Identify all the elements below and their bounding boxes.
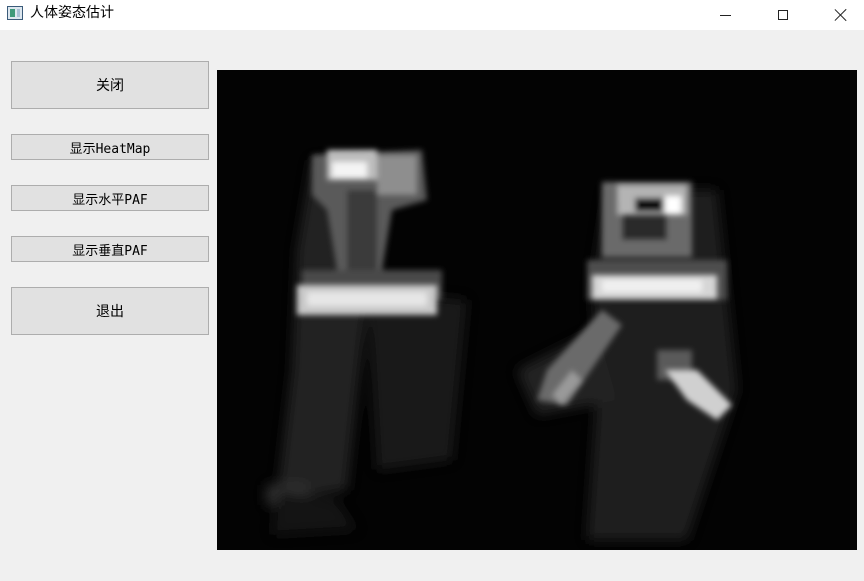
close-window-button[interactable] xyxy=(812,0,864,30)
window-title: 人体姿态估计 xyxy=(30,5,114,21)
minimize-icon xyxy=(719,14,731,16)
exit-button[interactable]: 退出 xyxy=(11,287,209,335)
heatmap-image xyxy=(217,70,857,550)
close-icon xyxy=(834,8,848,22)
maximize-button[interactable] xyxy=(754,0,812,30)
show-horizontal-paf-button[interactable]: 显示水平PAF xyxy=(11,185,209,211)
show-heatmap-button[interactable]: 显示HeatMap xyxy=(11,134,209,160)
heatmap-image-view xyxy=(217,70,857,550)
maximize-icon xyxy=(778,10,788,20)
title-bar: 人体姿态估计 xyxy=(0,0,864,30)
show-vertical-paf-button[interactable]: 显示垂直PAF xyxy=(11,236,209,262)
app-window-icon xyxy=(7,6,23,20)
close-button[interactable]: 关闭 xyxy=(11,61,209,109)
minimize-button[interactable] xyxy=(696,0,754,30)
